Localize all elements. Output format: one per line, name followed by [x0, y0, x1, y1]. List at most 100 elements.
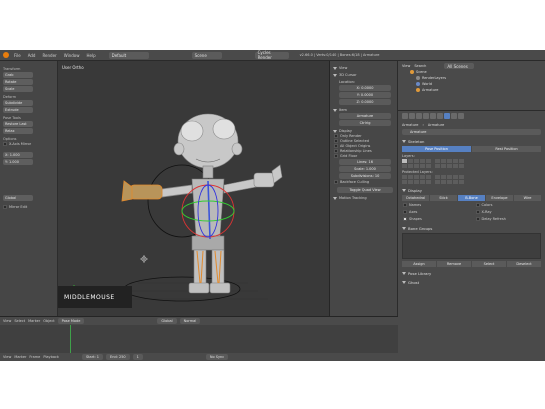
tool-section-transform[interactable]: Transform	[3, 67, 54, 71]
deselect-button[interactable]: Deselect	[507, 261, 541, 267]
x-value-field[interactable]: X: 1.000	[3, 152, 33, 158]
grid-scale-field[interactable]: Scale: 1.000	[339, 166, 391, 172]
menu-file[interactable]: File	[12, 53, 23, 58]
all-origins-checkbox[interactable]: All Object Origins	[334, 144, 394, 148]
pose-position-button[interactable]: Pose Position	[402, 146, 471, 152]
current-frame-cursor[interactable]	[70, 325, 71, 353]
select-button[interactable]: Select	[472, 261, 506, 267]
mirror-edit-checkbox[interactable]: Mirror Edit	[3, 205, 54, 209]
bone-tab-icon[interactable]	[451, 113, 457, 119]
render-engine-selector[interactable]: Cycles Render	[254, 50, 289, 60]
menu-add[interactable]: Add	[26, 53, 38, 58]
end-frame-field[interactable]: End: 250	[106, 354, 130, 360]
rest-position-button[interactable]: Rest Position	[472, 146, 541, 152]
orientation-dropdown[interactable]: Global	[157, 318, 177, 324]
object-menu[interactable]: Object	[43, 319, 54, 323]
x-axis-mirror-checkbox[interactable]: X-Axis Mirror	[3, 142, 54, 146]
stick-button[interactable]: Stick	[430, 195, 457, 201]
scene-selector[interactable]: Scene	[191, 51, 222, 59]
restore-last-button[interactable]: Restore Last	[3, 121, 33, 127]
constraints-tab-icon[interactable]	[437, 113, 443, 119]
bone-groups-panel-header[interactable]: Bone Groups	[402, 226, 541, 231]
outliner-view-menu[interactable]: View	[402, 64, 410, 68]
display-panel-header[interactable]: Display	[333, 129, 394, 133]
octahedral-button[interactable]: Octahedral	[402, 195, 429, 201]
outliner-display-mode[interactable]: All Scenes	[444, 63, 475, 69]
current-frame-field[interactable]: 1	[132, 354, 143, 360]
orientation-dropdown[interactable]: Global	[3, 195, 33, 201]
timeline-frame-menu[interactable]: Frame	[29, 355, 40, 359]
scene-tab-icon[interactable]	[416, 113, 422, 119]
relationship-lines-checkbox[interactable]: Relationship Lines	[334, 149, 394, 153]
outliner-search-menu[interactable]: Search	[414, 64, 426, 68]
grab-button[interactable]: Grab	[3, 72, 33, 78]
pivot-dropdown[interactable]: Normal	[179, 318, 201, 324]
x-ray-checkbox[interactable]: X-Ray	[475, 210, 542, 214]
timeline-view-menu[interactable]: View	[3, 355, 11, 359]
axes-checkbox[interactable]: Axes	[403, 210, 469, 214]
timeline-playback-menu[interactable]: Playback	[43, 355, 59, 359]
colors-checkbox[interactable]: Colors	[475, 203, 542, 207]
skeleton-panel-header[interactable]: Skeleton	[402, 139, 541, 144]
backface-culling-checkbox[interactable]: Backface Culling	[334, 180, 394, 184]
object-tab-icon[interactable]	[430, 113, 436, 119]
extrude-button[interactable]: Extrude	[3, 107, 33, 113]
names-checkbox[interactable]: Names	[403, 203, 469, 207]
select-menu[interactable]: Select	[14, 319, 25, 323]
display-panel-header[interactable]: Display	[402, 188, 541, 193]
outliner-item[interactable]: Armature	[400, 87, 543, 93]
tool-section-options[interactable]: Options	[3, 137, 54, 141]
grid-lines-field[interactable]: Lines: 16	[339, 159, 391, 165]
sync-dropdown[interactable]: No Sync	[205, 354, 229, 360]
ghost-panel-header[interactable]: Ghost	[402, 280, 541, 285]
bone-constraints-tab-icon[interactable]	[458, 113, 464, 119]
layout-selector[interactable]: Default	[108, 51, 149, 59]
tool-section-pose[interactable]: Pose Tools	[3, 116, 54, 120]
mode-dropdown[interactable]: Pose Mode	[57, 318, 85, 324]
assign-button[interactable]: Assign	[402, 261, 436, 267]
remove-button[interactable]: Remove	[437, 261, 471, 267]
grid-floor-checkbox[interactable]: Grid Floor	[334, 154, 394, 158]
location-z-field[interactable]: Z: 0.0000	[339, 99, 391, 105]
relax-button[interactable]: Relax	[3, 128, 33, 134]
scale-button[interactable]: Scale	[3, 86, 33, 92]
y-value-field[interactable]: Y: 1.000	[3, 159, 33, 165]
render-layers-tab-icon[interactable]	[409, 113, 415, 119]
timeline-marker-menu[interactable]: Marker	[14, 355, 26, 359]
item-name-field[interactable]: Armature	[339, 113, 391, 119]
timeline-area[interactable]: -40 -20 0 20 40 60 80 100 120 140 160 18…	[0, 325, 398, 357]
b-bone-button[interactable]: B-Bone	[458, 195, 485, 201]
tool-section-deform[interactable]: Deform	[3, 95, 54, 99]
subdivide-button[interactable]: Subdivide	[3, 100, 33, 106]
armature-data-tab-icon[interactable]	[444, 113, 450, 119]
view-menu[interactable]: View	[3, 319, 11, 323]
delay-refresh-checkbox[interactable]: Delay Refresh	[475, 217, 542, 221]
pose-library-panel-header[interactable]: Pose Library	[402, 271, 541, 276]
item-panel-header[interactable]: Item	[333, 108, 394, 112]
motion-tracking-header[interactable]: Motion Tracking	[333, 196, 394, 200]
cursor-panel-header[interactable]: 3D Cursor	[333, 73, 394, 77]
envelope-button[interactable]: Envelope	[486, 195, 513, 201]
toggle-quad-view-button[interactable]: Toggle Quad View	[337, 187, 393, 193]
armature-name-field[interactable]: Armature	[402, 129, 541, 135]
menu-window[interactable]: Window	[62, 53, 82, 58]
start-frame-field[interactable]: Start: 1	[81, 354, 104, 360]
layers-grid[interactable]	[402, 159, 541, 168]
marker-menu[interactable]: Marker	[28, 319, 40, 323]
rotate-button[interactable]: Rotate	[3, 79, 33, 85]
3d-viewport[interactable]: User Ortho (1) Armature Ctrlrig MIDDLEMO…	[58, 61, 330, 316]
shapes-checkbox[interactable]: Shapes	[403, 217, 469, 221]
outline-selected-checkbox[interactable]: Outline Selected	[334, 139, 394, 143]
wire-button[interactable]: Wire	[514, 195, 541, 201]
item-bone-field[interactable]: Ctrlrig	[339, 120, 391, 126]
protected-layers-grid[interactable]	[402, 175, 541, 184]
grid-subdivisions-field[interactable]: Subdivisions: 10	[339, 173, 391, 179]
bone-groups-list[interactable]	[402, 233, 541, 259]
location-x-field[interactable]: X: 0.0000	[339, 85, 391, 91]
location-y-field[interactable]: Y: 0.0000	[339, 92, 391, 98]
menu-help[interactable]: Help	[84, 53, 97, 58]
blender-logo-icon[interactable]	[3, 52, 9, 58]
render-tab-icon[interactable]	[402, 113, 408, 119]
only-render-checkbox[interactable]: Only Render	[334, 134, 394, 138]
view-panel-header[interactable]: View	[333, 66, 394, 70]
